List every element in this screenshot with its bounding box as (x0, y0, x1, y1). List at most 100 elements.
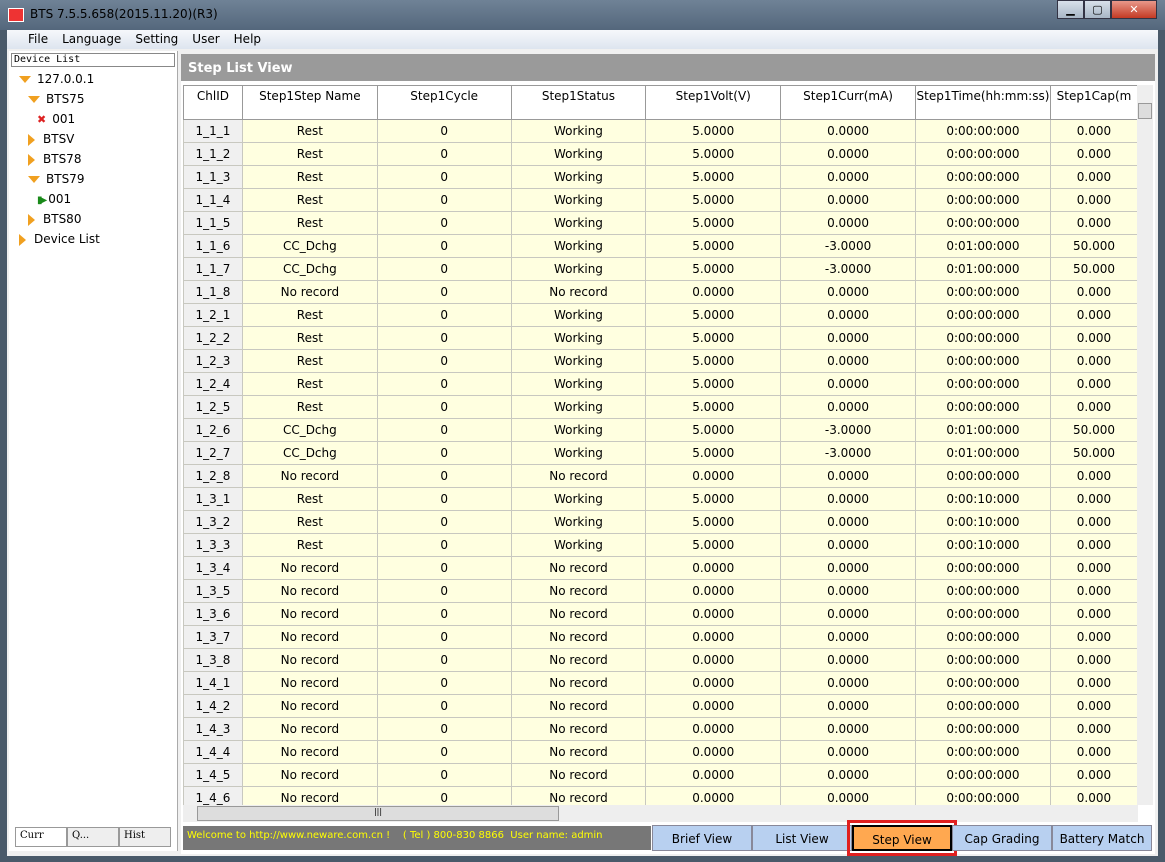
column-header[interactable]: Step1Cap(m (1049, 85, 1138, 120)
horizontal-scrollbar[interactable]: ||| (183, 805, 1138, 822)
table-cell: 0:00:10:000 (914, 487, 1051, 511)
vertical-scrollbar[interactable] (1137, 85, 1153, 805)
channel-id-cell: 1_4_5 (183, 763, 243, 787)
menu-help[interactable]: Help (227, 30, 268, 49)
scroll-thumb[interactable]: ||| (197, 806, 559, 821)
tree-item[interactable]: ✖ 001 (9, 109, 177, 129)
table-cell: 0.0000 (780, 395, 916, 419)
tree-item[interactable]: BTS75 (9, 89, 177, 109)
menu-language[interactable]: Language (55, 30, 128, 49)
table-row[interactable]: 1_1_6 CC_Dchg 0 Working 5.0000 -3.0000 0:01:00… (183, 234, 1138, 258)
table-row[interactable]: 1_1_5 Rest 0 Working 5.0000 0.0000 0:00:00:000… (183, 211, 1138, 235)
table-cell: 0.0000 (780, 303, 916, 327)
tree-item-label: Device List (34, 232, 100, 246)
expanded-triangle-icon[interactable] (28, 176, 40, 183)
tree-item-label: 001 (52, 112, 76, 126)
table-row[interactable]: 1_3_7 No record 0 No record 0.0000 0.0000 0:00… (183, 625, 1138, 649)
column-header[interactable]: Step1Cycle (376, 85, 512, 120)
table-row[interactable]: 1_3_8 No record 0 No record 0.0000 0.0000 0:00… (183, 648, 1138, 672)
table-cell: No record (510, 694, 647, 718)
column-header[interactable]: Step1Curr(mA) (780, 85, 916, 120)
table-row[interactable]: 1_2_2 Rest 0 Working 5.0000 0.0000 0:00:00:000… (183, 326, 1138, 350)
table-row[interactable]: 1_1_3 Rest 0 Working 5.0000 0.0000 0:00:00:000… (183, 165, 1138, 189)
table-cell: 0 (376, 786, 512, 805)
table-row[interactable]: 1_2_8 No record 0 No record 0.0000 0.0000 0:00… (183, 464, 1138, 488)
table-row[interactable]: 1_1_2 Rest 0 Working 5.0000 0.0000 0:00:00:000… (183, 142, 1138, 166)
tab-q[interactable]: Q... (67, 827, 119, 847)
column-header[interactable]: Step1Step Name (241, 85, 378, 120)
table-row[interactable]: 1_2_6 CC_Dchg 0 Working 5.0000 -3.0000 0:01:00… (183, 418, 1138, 442)
tab-list-view[interactable]: List View (752, 825, 852, 851)
column-header[interactable]: ChlID (183, 85, 243, 120)
table-row[interactable]: 1_4_1 No record 0 No record 0.0000 0.0000 0:00… (183, 671, 1138, 695)
tab-brief-view[interactable]: Brief View (652, 825, 752, 851)
table-row[interactable]: 1_3_3 Rest 0 Working 5.0000 0.0000 0:00:10:000… (183, 533, 1138, 557)
tree-item[interactable]: BTS78 (9, 149, 177, 169)
close-button[interactable]: ✕ (1111, 0, 1157, 19)
tree-item[interactable]: BTSV (9, 129, 177, 149)
table-row[interactable]: 1_2_1 Rest 0 Working 5.0000 0.0000 0:00:00:000… (183, 303, 1138, 327)
tree-item[interactable]: BTS80 (9, 209, 177, 229)
table-cell: 0.0000 (645, 717, 782, 741)
table-cell: 0.0000 (645, 648, 782, 672)
table-cell: 0:00:00:000 (914, 165, 1051, 189)
table-cell: 0:00:10:000 (914, 510, 1051, 534)
table-row[interactable]: 1_3_2 Rest 0 Working 5.0000 0.0000 0:00:10:000… (183, 510, 1138, 534)
table-row[interactable]: 1_1_8 No record 0 No record 0.0000 0.0000 0:00… (183, 280, 1138, 304)
table-cell: 0.0000 (645, 694, 782, 718)
collapsed-triangle-icon[interactable] (19, 233, 26, 246)
maximize-button[interactable]: ▢ (1084, 0, 1111, 19)
tree-item[interactable]: BTS79 (9, 169, 177, 189)
channel-id-cell: 1_2_6 (183, 418, 243, 442)
expanded-triangle-icon[interactable] (28, 96, 40, 103)
table-row[interactable]: 1_1_4 Rest 0 Working 5.0000 0.0000 0:00:00:000… (183, 188, 1138, 212)
table-row[interactable]: 1_2_5 Rest 0 Working 5.0000 0.0000 0:00:00:000… (183, 395, 1138, 419)
menu-file[interactable]: File (21, 30, 55, 49)
tab-hist[interactable]: Hist (119, 827, 171, 847)
table-cell: CC_Dchg (241, 257, 378, 281)
tree-item[interactable]: Device List (9, 229, 177, 249)
table-cell: 0:01:00:000 (914, 418, 1051, 442)
table-row[interactable]: 1_3_5 No record 0 No record 0.0000 0.0000 0:00… (183, 579, 1138, 603)
table-row[interactable]: 1_4_4 No record 0 No record 0.0000 0.0000 0:00… (183, 740, 1138, 764)
tree-item-label: BTS79 (46, 172, 85, 186)
table-row[interactable]: 1_3_4 No record 0 No record 0.0000 0.0000 0:00… (183, 556, 1138, 580)
channel-id-cell: 1_2_8 (183, 464, 243, 488)
menu-user[interactable]: User (185, 30, 226, 49)
tab-battery-match[interactable]: Battery Match (1052, 825, 1152, 851)
table-cell: 0:00:00:000 (914, 740, 1051, 764)
table-cell: 0.0000 (780, 533, 916, 557)
channel-id-cell: 1_3_3 (183, 533, 243, 557)
tree-item[interactable]: ▮▶ 001 (9, 189, 177, 209)
tree-item[interactable]: 127.0.0.1 (9, 69, 177, 89)
table-row[interactable]: 1_2_7 CC_Dchg 0 Working 5.0000 -3.0000 0:01:00… (183, 441, 1138, 465)
table-row[interactable]: 1_2_4 Rest 0 Working 5.0000 0.0000 0:00:00:000… (183, 372, 1138, 396)
tab-step-view[interactable]: Step View (847, 820, 957, 856)
table-row[interactable]: 1_4_3 No record 0 No record 0.0000 0.0000 0:00… (183, 717, 1138, 741)
column-header[interactable]: Step1Volt(V) (645, 85, 782, 120)
table-row[interactable]: 1_4_6 No record 0 No record 0.0000 0.0000 0:00… (183, 786, 1138, 805)
table-cell: 0.0000 (780, 119, 916, 143)
table-row[interactable]: 1_1_1 Rest 0 Working 5.0000 0.0000 0:00:00:000… (183, 119, 1138, 143)
table-row[interactable]: 1_2_3 Rest 0 Working 5.0000 0.0000 0:00:00:000… (183, 349, 1138, 373)
window-title: BTS 7.5.5.658(2015.11.20)(R3) (30, 7, 218, 21)
collapsed-triangle-icon[interactable] (28, 153, 35, 166)
table-row[interactable]: 1_4_2 No record 0 No record 0.0000 0.0000 0:00… (183, 694, 1138, 718)
tab-curr[interactable]: Curr (15, 827, 67, 847)
collapsed-triangle-icon[interactable] (28, 213, 35, 226)
table-row[interactable]: 1_4_5 No record 0 No record 0.0000 0.0000 0:00… (183, 763, 1138, 787)
table-cell: Working (510, 349, 647, 373)
collapsed-triangle-icon[interactable] (28, 133, 35, 146)
tab-cap-grading[interactable]: Cap Grading (952, 825, 1052, 851)
table-row[interactable]: 1_3_6 No record 0 No record 0.0000 0.0000 0:00… (183, 602, 1138, 626)
table-row[interactable]: 1_1_7 CC_Dchg 0 Working 5.0000 -3.0000 0:01:00… (183, 257, 1138, 281)
menu-setting[interactable]: Setting (128, 30, 185, 49)
minimize-button[interactable]: ▁ (1057, 0, 1084, 19)
column-header[interactable]: Step1Time(hh:mm:ss) (914, 85, 1051, 120)
table-cell: 0.0000 (780, 188, 916, 212)
table-cell: No record (241, 625, 378, 649)
column-header[interactable]: Step1Status (510, 85, 647, 120)
table-row[interactable]: 1_3_1 Rest 0 Working 5.0000 0.0000 0:00:10:000… (183, 487, 1138, 511)
scroll-thumb[interactable] (1138, 103, 1152, 119)
expanded-triangle-icon[interactable] (19, 76, 31, 83)
